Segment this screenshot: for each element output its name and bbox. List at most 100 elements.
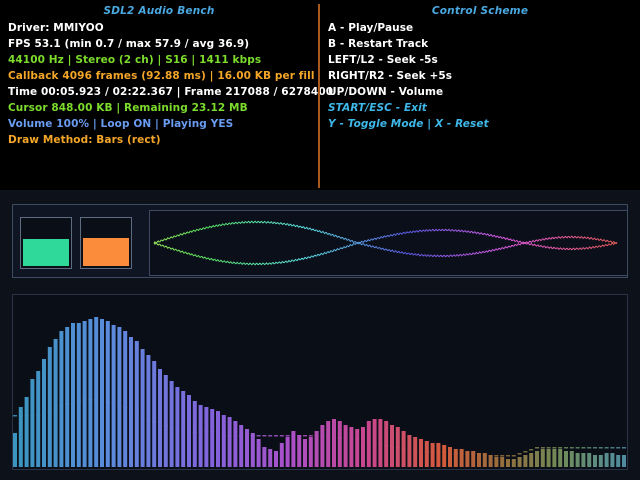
waveform-trace-segment — [392, 232, 401, 236]
left-channel-meter-fill — [23, 239, 69, 266]
controls-panel: Control Scheme A - Play/Pause B - Restart… — [320, 0, 640, 190]
spectrum-display — [12, 294, 628, 470]
spectrum-peak-marker — [65, 403, 70, 405]
spectrum-peak-marker — [274, 435, 278, 437]
spectrum-bar — [616, 455, 621, 467]
spectrum-bar — [111, 325, 116, 467]
spectrum-bar — [105, 321, 110, 467]
waveform-trace-segment — [361, 242, 371, 247]
waveform-trace-segment — [462, 229, 471, 233]
waveform-trace-segment — [469, 230, 479, 235]
spectrum-bar — [71, 323, 75, 467]
spectrum-peak-marker — [471, 453, 476, 455]
spectrum-bar — [221, 415, 226, 467]
controls-line: A - Play/Pause — [328, 22, 414, 34]
waveform-trace-segment — [300, 256, 309, 261]
spectrum-peak-marker — [250, 435, 255, 437]
spectrum-bar — [152, 361, 157, 467]
waveform-trace-segment — [578, 247, 587, 250]
spectrum-bar — [76, 323, 81, 467]
spectrum-bar — [303, 439, 307, 467]
info-panel-title: SDL2 Audio Bench — [103, 5, 215, 17]
spectrum-peak-marker — [210, 431, 215, 433]
spectrum-bar — [349, 427, 354, 467]
spectrum-bar — [523, 455, 528, 467]
controls-line: Y - Toggle Mode | X - Reset — [328, 118, 489, 130]
waveform-trace-segment — [416, 229, 425, 233]
waveform-trace-segment — [562, 235, 571, 239]
spectrum-bar — [100, 319, 104, 467]
spectrum-peak-marker — [245, 435, 249, 437]
info-line: Driver: MMIYOO — [8, 22, 104, 34]
waveform-trace-segment — [315, 229, 325, 234]
waveform-trace-segment — [269, 261, 278, 265]
waveform-trace-segment — [199, 226, 209, 230]
spectrum-bar — [30, 379, 35, 467]
spectrum-bar — [134, 341, 139, 467]
waveform-trace-segment — [469, 251, 479, 256]
spectrum-peak-marker — [181, 431, 186, 433]
spectrum-bar — [146, 355, 151, 467]
spectrum-peak-marker — [575, 447, 580, 449]
spectrum-bar — [123, 331, 128, 467]
waveform-trace-segment — [292, 223, 301, 228]
spectrum-bar — [94, 317, 99, 467]
waveform-trace-segment — [539, 237, 548, 241]
waveform-trace-segment — [238, 261, 247, 265]
spectrum-peak-marker — [430, 451, 435, 453]
waveform-trace-segment — [230, 221, 240, 225]
spectrum-bar — [488, 455, 493, 467]
spectrum-peak-marker — [221, 435, 226, 437]
spectrum-peak-marker — [279, 435, 284, 437]
controls-line: RIGHT/R2 - Seek +5s — [328, 70, 453, 82]
spectrum-peak-marker — [465, 453, 470, 455]
spectrum-bar — [558, 449, 563, 467]
spectrum-bar — [204, 407, 209, 467]
spectrum-bar — [47, 347, 52, 467]
spectrum-bar — [384, 421, 389, 467]
waveform-trace-segment — [601, 239, 610, 243]
waveform-trace-segment — [323, 250, 332, 255]
spectrum-peak-marker — [540, 447, 545, 449]
spectrum-peak-marker — [372, 443, 377, 445]
spectrum-peak-marker — [535, 447, 539, 449]
right-channel-meter — [80, 217, 132, 269]
spectrum-peak-marker — [268, 435, 273, 437]
waveform-trace-segment — [508, 238, 518, 242]
waveform-trace-segment — [408, 230, 417, 234]
waveform-trace-segment — [593, 245, 602, 249]
spectrum-peak-marker — [169, 427, 174, 429]
spectrum-peak-marker — [337, 437, 342, 439]
spectrum-peak-marker — [459, 453, 464, 455]
waveform-display — [149, 210, 628, 276]
spectrum-peak-marker — [59, 405, 64, 407]
spectrum-peak-marker — [511, 455, 516, 457]
waveform-trace-segment — [338, 236, 348, 241]
waveform-trace-segment — [570, 235, 579, 239]
spectrum-peak-marker — [482, 455, 487, 457]
spectrum-bar — [285, 437, 290, 467]
spectrum-bar — [233, 421, 238, 467]
waveform-trace-segment — [408, 252, 417, 256]
waveform-trace-segment — [493, 234, 502, 239]
spectrum-bar — [511, 459, 516, 467]
visualizer-area — [0, 190, 640, 480]
spectrum-bar — [250, 433, 255, 467]
info-panel: SDL2 Audio Bench Driver: MMIYOO FPS 53.1 … — [0, 0, 333, 190]
spectrum-peak-marker — [30, 415, 35, 417]
spectrum-peak-marker — [239, 435, 244, 437]
waveform-trace-segment — [215, 259, 224, 263]
spectrum-bar — [593, 455, 597, 467]
waveform-trace-segment — [169, 234, 178, 240]
spectrum-bar — [308, 437, 313, 467]
spectrum-bar — [419, 439, 423, 467]
waveform-trace-segment — [485, 248, 494, 253]
spectrum-peak-marker — [546, 447, 551, 449]
spectrum-peak-marker — [442, 451, 447, 453]
waveform-trace-segment — [439, 228, 448, 232]
waveform-trace-segment — [555, 247, 564, 251]
waveform-trace-segment — [562, 247, 571, 251]
spectrum-bar — [529, 453, 534, 467]
spectrum-peak-marker — [175, 429, 180, 431]
spectrum-bar — [181, 391, 186, 467]
